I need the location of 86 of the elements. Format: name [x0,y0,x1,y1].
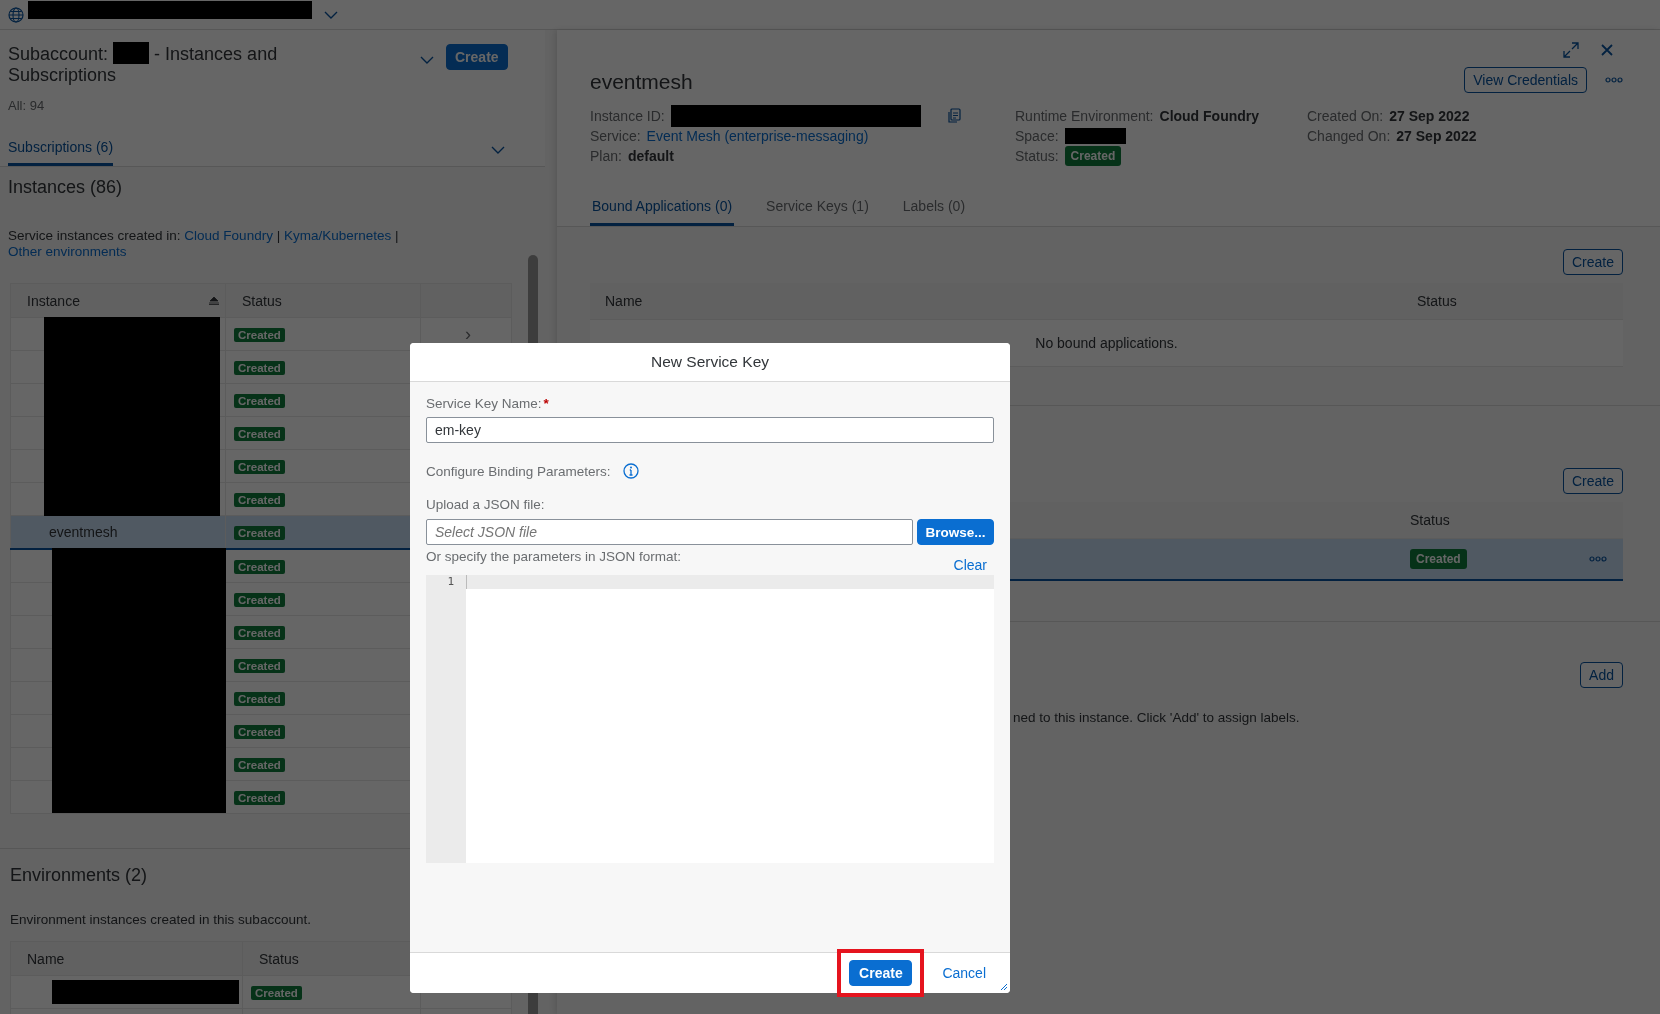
create-button[interactable]: Create [849,960,913,986]
tab[interactable]: Labels (0) [900,198,968,226]
code-editor[interactable]: 1 [426,575,994,863]
input-field[interactable]: em-key [426,417,994,443]
column-header[interactable]: Status [225,283,421,318]
status-badge: Created [234,328,285,342]
redacted-block [1064,128,1126,144]
create-button[interactable]: Create [1562,249,1623,275]
cancel-button[interactable]: Cancel [938,960,990,986]
status-badge: Created [234,725,285,739]
intro-text: Environment instances created in this subaccount. [10,912,312,927]
info-icon[interactable] [622,463,639,479]
environment-link[interactable]: Kyma/Kubernetes [283,228,392,243]
copy-icon[interactable] [946,108,961,124]
status-badge: Created [1410,549,1467,569]
column-header[interactable]: Instance [10,283,226,318]
status-badge: Created [1064,146,1122,166]
field-label: Configure Binding Parameters: [426,463,611,479]
more-icon[interactable] [1605,77,1623,83]
chevron-down-icon[interactable] [324,10,338,19]
field-value: default [627,148,674,164]
status-badge: Created [234,427,285,441]
empty-message: ned to this instance. Click 'Add' to assign labels. [1013,710,1301,725]
dialog-title: New Service Key [651,353,769,371]
field-label: Instance ID: [590,108,665,124]
page-title: Subaccount: - Instances and Subscriptions [8,42,279,86]
status-badge: Created [234,626,285,640]
status-badge: Created [234,593,285,607]
line-number: 1 [446,575,455,589]
status-badge: Created [234,526,285,540]
close-icon[interactable] [1601,44,1613,56]
section-title: Environments (2) [10,865,149,886]
add-button[interactable]: Add [1580,662,1623,688]
field-label: Upload a JSON file: [426,497,546,512]
field-label: Changed On: [1307,128,1391,144]
column-header[interactable]: Name [10,941,243,976]
column-header[interactable]: Status [1417,293,1457,309]
resize-grip-icon[interactable] [1000,983,1008,991]
table-cell: eventmesh [10,515,226,549]
navigation-arrow[interactable]: › [465,323,471,344]
service-link[interactable]: Event Mesh (enterprise-messaging) [646,128,869,144]
tab[interactable]: Service Keys (1) [764,198,871,226]
status-badge: Created [234,791,285,805]
environment-link[interactable]: Other environments [8,244,127,259]
more-icon[interactable] [1589,556,1607,562]
item-count: All: 94 [8,98,46,113]
required-mark: * [543,396,549,411]
field-value: Cloud Foundry [1159,108,1260,124]
browse-button[interactable]: Browse... [917,519,994,545]
field-label: Created On: [1307,108,1384,124]
field-label: Space: [1015,128,1059,144]
status-badge: Created [234,758,285,772]
subscriptions-tab[interactable]: Subscriptions (6) [8,139,114,166]
status-badge: Created [234,361,285,375]
detail-title: eventmesh [590,70,693,94]
field-value: 27 Sep 2022 [1396,128,1477,144]
status-badge: Created [234,460,285,474]
column-header[interactable]: Status [1410,512,1450,528]
field-label: Runtime Environment: [1015,108,1154,124]
status-badge: Created [234,560,285,574]
environment-link[interactable]: Cloud Foundry [184,228,273,243]
tab[interactable]: Bound Applications (0) [590,198,735,226]
clear-link[interactable]: Clear [953,557,987,573]
status-badge: Created [234,493,285,507]
empty-message: No bound applications. [1035,335,1178,351]
field-label: Service Key Name: [426,396,542,411]
view-credentials-button[interactable]: View Credentials [1464,67,1587,93]
create-button[interactable]: Create [1562,468,1623,494]
column-header[interactable]: Name [605,293,643,309]
status-badge: Created [234,659,285,673]
globe-icon [8,6,24,23]
field-value: 27 Sep 2022 [1389,108,1470,124]
chevron-down-icon[interactable] [420,56,434,64]
create-button[interactable]: Create [446,44,508,70]
file-input-field[interactable]: Select JSON file [426,519,913,545]
chevron-down-icon[interactable] [491,146,505,154]
status-badge: Created [234,394,285,408]
fullscreen-icon[interactable] [1563,42,1579,58]
field-label: Plan: [590,148,622,164]
field-label: Status: [1015,148,1059,164]
field-label: Service: [590,128,641,144]
section-title: Instances (86) [8,177,124,198]
status-badge: Created [251,986,302,1000]
sort-icon [209,296,219,305]
status-badge: Created [234,692,285,706]
intro-text: Service instances created in: Cloud Foundry | Kyma/Kubernetes | Other environments [8,228,400,260]
